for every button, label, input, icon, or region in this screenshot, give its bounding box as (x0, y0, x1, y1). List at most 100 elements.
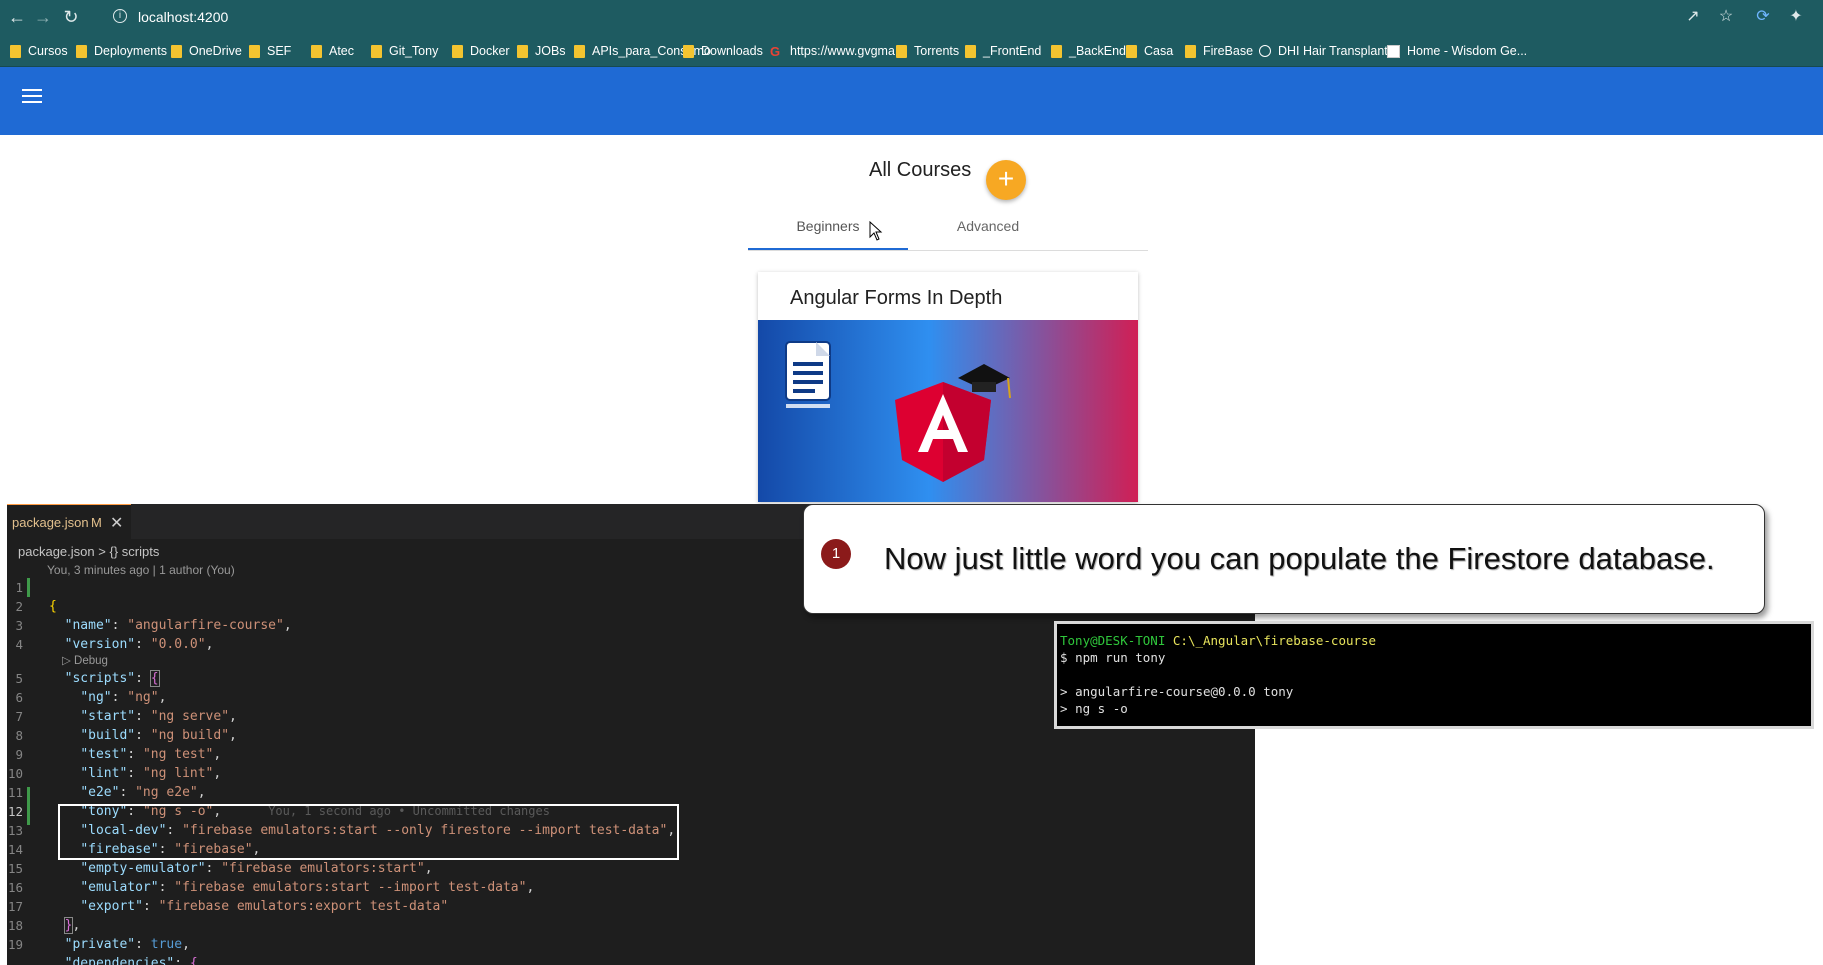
document-icon (785, 341, 831, 408)
bookmark-item[interactable]: Downloads (683, 43, 763, 59)
json-key: "name" (64, 618, 112, 633)
bookmark-item[interactable]: OneDrive (171, 43, 242, 59)
bookmark-label: https://www.gvgma... (790, 44, 906, 58)
breadcrumb-separator: > (98, 544, 106, 559)
terminal-command: npm run tony (1075, 650, 1166, 665)
json-value: "ng lint" (142, 766, 214, 781)
callout-text: Now just little word you can populate th… (884, 541, 1715, 576)
forward-icon[interactable]: → (32, 6, 54, 28)
code-line: "export": "firebase emulators:export tes… (80, 899, 449, 914)
breadcrumb-symbol[interactable]: {} scripts (109, 544, 159, 559)
extensions-puzzle-icon[interactable]: ✦ (1786, 7, 1806, 27)
folder-icon (311, 44, 322, 58)
bookmark-item[interactable]: Git_Tony (371, 43, 438, 59)
code-line: "dependencies": { (49, 954, 675, 965)
add-course-button[interactable]: + (986, 160, 1026, 200)
code-line: "scripts": { (64, 670, 160, 687)
app-toolbar (0, 67, 1823, 135)
json-key: "scripts" (64, 671, 136, 686)
json-value: true (150, 937, 183, 952)
line-number: 13 (7, 823, 23, 838)
bookmark-item[interactable]: Cursos (10, 43, 68, 59)
bookmark-label: JOBs (535, 44, 566, 58)
bookmark-label: Casa (1144, 44, 1174, 58)
terminal-output-marker: > (1060, 684, 1068, 699)
folder-icon (1126, 44, 1137, 58)
close-icon[interactable]: ✕ (110, 513, 123, 533)
bookmark-label: SEF (267, 44, 292, 58)
json-value: "firebase emulators:export test-data" (158, 899, 449, 914)
line-number: 17 (7, 899, 23, 914)
codelens-debug[interactable]: ▷ Debug (49, 654, 675, 669)
tab-active-indicator (748, 248, 908, 250)
git-modified-marker (27, 787, 30, 825)
highlight-box (58, 804, 679, 860)
breadcrumb: package.json > {} scripts (18, 544, 159, 559)
mouse-cursor-icon (869, 221, 883, 241)
bookmark-item[interactable]: JOBs (517, 43, 566, 59)
bookmark-item[interactable]: _BackEnd (1051, 43, 1126, 59)
menu-icon[interactable] (22, 89, 42, 105)
star-icon[interactable]: ☆ (1716, 7, 1736, 27)
line-number: 12 (7, 804, 23, 819)
course-card[interactable]: Angular Forms In Depth (758, 272, 1138, 502)
code-line: "e2e": "ng e2e", (80, 785, 206, 800)
bookmark-item[interactable]: SEF (249, 43, 291, 59)
json-value: "angularfire-course" (127, 618, 284, 633)
folder-icon (452, 44, 463, 58)
breadcrumb-file[interactable]: package.json (18, 544, 95, 559)
code-content[interactable]: { "name": "angularfire-course", "version… (49, 578, 675, 965)
code-line: "lint": "ng lint", (80, 766, 222, 781)
json-key: "build" (80, 728, 136, 743)
line-number: 14 (7, 842, 23, 857)
back-icon[interactable]: ← (6, 6, 28, 28)
tab-advanced[interactable]: Advanced (908, 205, 1068, 251)
line-number: 10 (7, 766, 23, 781)
bookmark-item[interactable]: _FrontEnd (965, 43, 1041, 59)
bookmark-item[interactable]: Atec (311, 43, 354, 59)
line-number: 16 (7, 880, 23, 895)
bookmark-item[interactable]: Deployments (76, 43, 167, 59)
terminal-output-line: > angularfire-course@0.0.0 tony (1060, 684, 1293, 699)
json-key: "lint" (80, 766, 128, 781)
bookmark-item[interactable]: DHI Hair Transplant... (1259, 43, 1398, 59)
bookmark-label: _FrontEnd (983, 44, 1042, 58)
json-key: "ng" (80, 690, 112, 705)
terminal-user: Tony@DESK-TONI (1060, 633, 1166, 648)
terminal-prompt-symbol: $ (1060, 650, 1068, 665)
json-value: "ng" (127, 690, 159, 705)
json-value: "ng build" (150, 728, 230, 743)
tutorial-callout: 1 Now just little word you can populate … (803, 504, 1765, 614)
bookmark-item[interactable]: Ghttps://www.gvgma... (770, 43, 905, 59)
bookmark-item[interactable]: Home - Wisdom Ge... (1387, 43, 1527, 59)
git-blame-header: You, 3 minutes ago | 1 author (You) (47, 563, 235, 577)
tabs-divider (748, 250, 1148, 251)
bookmark-label: Home - Wisdom Ge... (1407, 44, 1528, 58)
bookmark-item[interactable]: Torrents (896, 43, 959, 59)
tab-beginners[interactable]: Beginners (748, 205, 908, 251)
bookmark-label: Torrents (914, 44, 960, 58)
terminal-path: C:\_Angular\firebase-course (1172, 633, 1377, 648)
code-line: "test": "ng test", (80, 747, 222, 762)
line-number-gutter: 1 2 3 4 5 6 7 8 9 10 11 12 13 14 15 16 1… (7, 578, 49, 954)
terminal-window[interactable]: Tony@DESK-TONI C:\_Angular\firebase-cour… (1054, 621, 1814, 729)
json-key: "empty-emulator" (80, 861, 206, 876)
json-value: "ng e2e" (135, 785, 198, 800)
json-value: "0.0.0" (150, 637, 206, 652)
extension-sync-icon[interactable]: ⟳ (1753, 7, 1773, 27)
bookmark-item[interactable]: Casa (1126, 43, 1173, 59)
site-info-icon[interactable]: i (113, 9, 127, 23)
git-modified-marker (27, 578, 30, 597)
bookmark-item[interactable]: Docker (452, 43, 510, 59)
address-bar[interactable]: localhost:4200 (138, 9, 228, 25)
bookmark-item[interactable]: FireBase (1185, 43, 1253, 59)
file-tab-package-json[interactable]: package.json M ✕ (7, 504, 131, 539)
folder-icon (683, 44, 694, 58)
browser-toolbar: ← → ↻ i localhost:4200 ↗ ☆ ⟳ ✦ (0, 0, 1823, 34)
reload-icon[interactable]: ↻ (60, 6, 82, 28)
line-number: 1 (15, 580, 23, 595)
share-icon[interactable]: ↗ (1683, 7, 1703, 27)
terminal-command-line: $ npm run tony (1060, 650, 1165, 665)
json-key: "version" (64, 637, 136, 652)
bookmark-label: Git_Tony (389, 44, 439, 58)
